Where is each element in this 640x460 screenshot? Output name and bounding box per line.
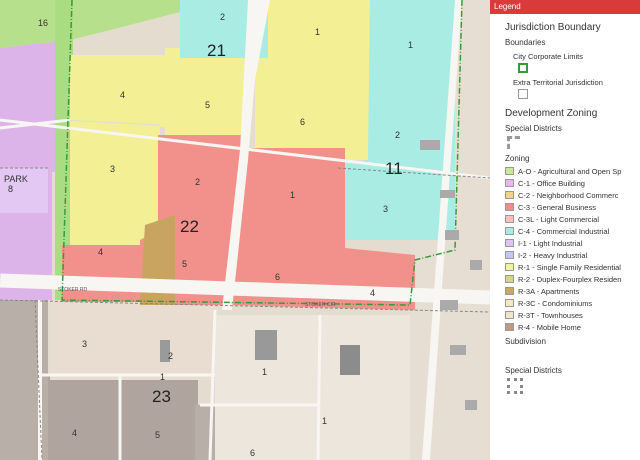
block-number: 23 <box>152 387 171 406</box>
zone-label: PARK <box>4 174 28 184</box>
zone-label: 16 <box>38 18 48 28</box>
block-number: 11 <box>385 159 403 178</box>
zone-label: 5 <box>182 259 187 269</box>
zone-label: 8 <box>8 184 13 194</box>
zoning-swatch <box>505 251 514 259</box>
special-district-icon-2 <box>507 378 523 394</box>
zone-label: 2 <box>195 177 200 187</box>
zone-label: 2 <box>168 351 173 361</box>
zoning-item: C-1 - Office Building <box>505 177 640 189</box>
block-number: 21 <box>207 41 226 60</box>
etj-label: Extra Territorial Jurisdiction <box>513 78 603 87</box>
zoning-item: C-3L - Light Commercial <box>505 213 640 225</box>
zoning-item: R-4 - Mobile Home <box>505 321 640 333</box>
zone-label: 1 <box>290 190 295 200</box>
zoning-item: R-3A - Apartments <box>505 285 640 297</box>
special-districts-label: Special Districts <box>505 124 562 133</box>
zoning-swatch <box>505 191 514 199</box>
legend-header-title: Legend <box>494 2 521 11</box>
zoning-item: C-3 - General Business <box>505 201 640 213</box>
zoning-map[interactable]: 16 2 1 1 21 4 5 6 2 PARK 8 3 2 1 11 3 22… <box>0 0 490 460</box>
block-number: 22 <box>180 217 199 236</box>
zoning-item: R-1 - Single Family Residential <box>505 261 640 273</box>
zoning-swatch <box>505 239 514 247</box>
zoning-swatch <box>505 311 514 319</box>
zoning-swatch <box>505 263 514 271</box>
legend-panel: Legend Jurisdiction Boundary Boundaries … <box>490 0 640 460</box>
zoning-item: I-2 - Heavy Industrial <box>505 249 640 261</box>
zoning-item: R-2 - Duplex-Fourplex Residen <box>505 273 640 285</box>
zone-label: 2 <box>220 12 225 22</box>
special-districts-label-2: Special Districts <box>505 366 562 375</box>
zone-label: 2 <box>395 130 400 140</box>
zoning-swatch <box>505 215 514 223</box>
dev-zoning-title: Development Zoning <box>505 108 598 119</box>
street-label: STOKER RD <box>58 287 87 293</box>
zoning-item: C-4 - Commercial Industrial <box>505 225 640 237</box>
zoning-item: A-O - Agricultural and Open Sp <box>505 165 640 177</box>
zone-label: 3 <box>383 204 388 214</box>
zone-label: 6 <box>300 117 305 127</box>
zone-label: 1 <box>315 27 320 37</box>
zone-label: 3 <box>110 164 115 174</box>
zoning-swatch <box>505 287 514 295</box>
zone-label: 6 <box>250 448 255 458</box>
street-label: STOKER CIR <box>305 302 336 308</box>
zone-label: 5 <box>205 100 210 110</box>
legend-body[interactable]: Jurisdiction Boundary Boundaries City Co… <box>490 22 640 394</box>
zone-label: 4 <box>72 428 77 438</box>
city-limits-icon <box>518 63 528 73</box>
zone-label: 1 <box>160 372 165 382</box>
zone-label: 1 <box>262 367 267 377</box>
zone-label: 6 <box>275 272 280 282</box>
zone-label: 1 <box>408 40 413 50</box>
zone-label: 4 <box>98 247 103 257</box>
zoning-item: C-2 - Neighborhood Commerc <box>505 189 640 201</box>
zoning-label: Zoning <box>505 154 530 163</box>
zone-label: 3 <box>82 339 87 349</box>
boundaries-label: Boundaries <box>505 38 546 47</box>
zoning-swatch <box>505 275 514 283</box>
subdivision-label: Subdivision <box>505 337 546 346</box>
city-limits-label: City Corporate Limits <box>513 52 584 61</box>
zoning-swatch <box>505 299 514 307</box>
zone-label: 4 <box>370 288 375 298</box>
zoning-swatch <box>505 203 514 211</box>
zone-label: 1 <box>322 416 327 426</box>
zoning-item: I-1 - Light Industrial <box>505 237 640 249</box>
special-district-icon <box>507 136 520 149</box>
zoning-item: R-3C - Condominiums <box>505 297 640 309</box>
zoning-swatch <box>505 179 514 187</box>
legend-header[interactable]: Legend <box>490 0 640 14</box>
zoning-item: R-3T - Townhouses <box>505 309 640 321</box>
zoning-swatch <box>505 227 514 235</box>
zone-label: 5 <box>155 430 160 440</box>
zoning-swatch <box>505 323 514 331</box>
zoning-swatch <box>505 167 514 175</box>
zoning-list: A-O - Agricultural and Open Sp C-1 - Off… <box>505 165 640 333</box>
zone-label: 4 <box>120 90 125 100</box>
etj-icon <box>518 89 528 99</box>
jurisdiction-title: Jurisdiction Boundary <box>505 22 601 33</box>
